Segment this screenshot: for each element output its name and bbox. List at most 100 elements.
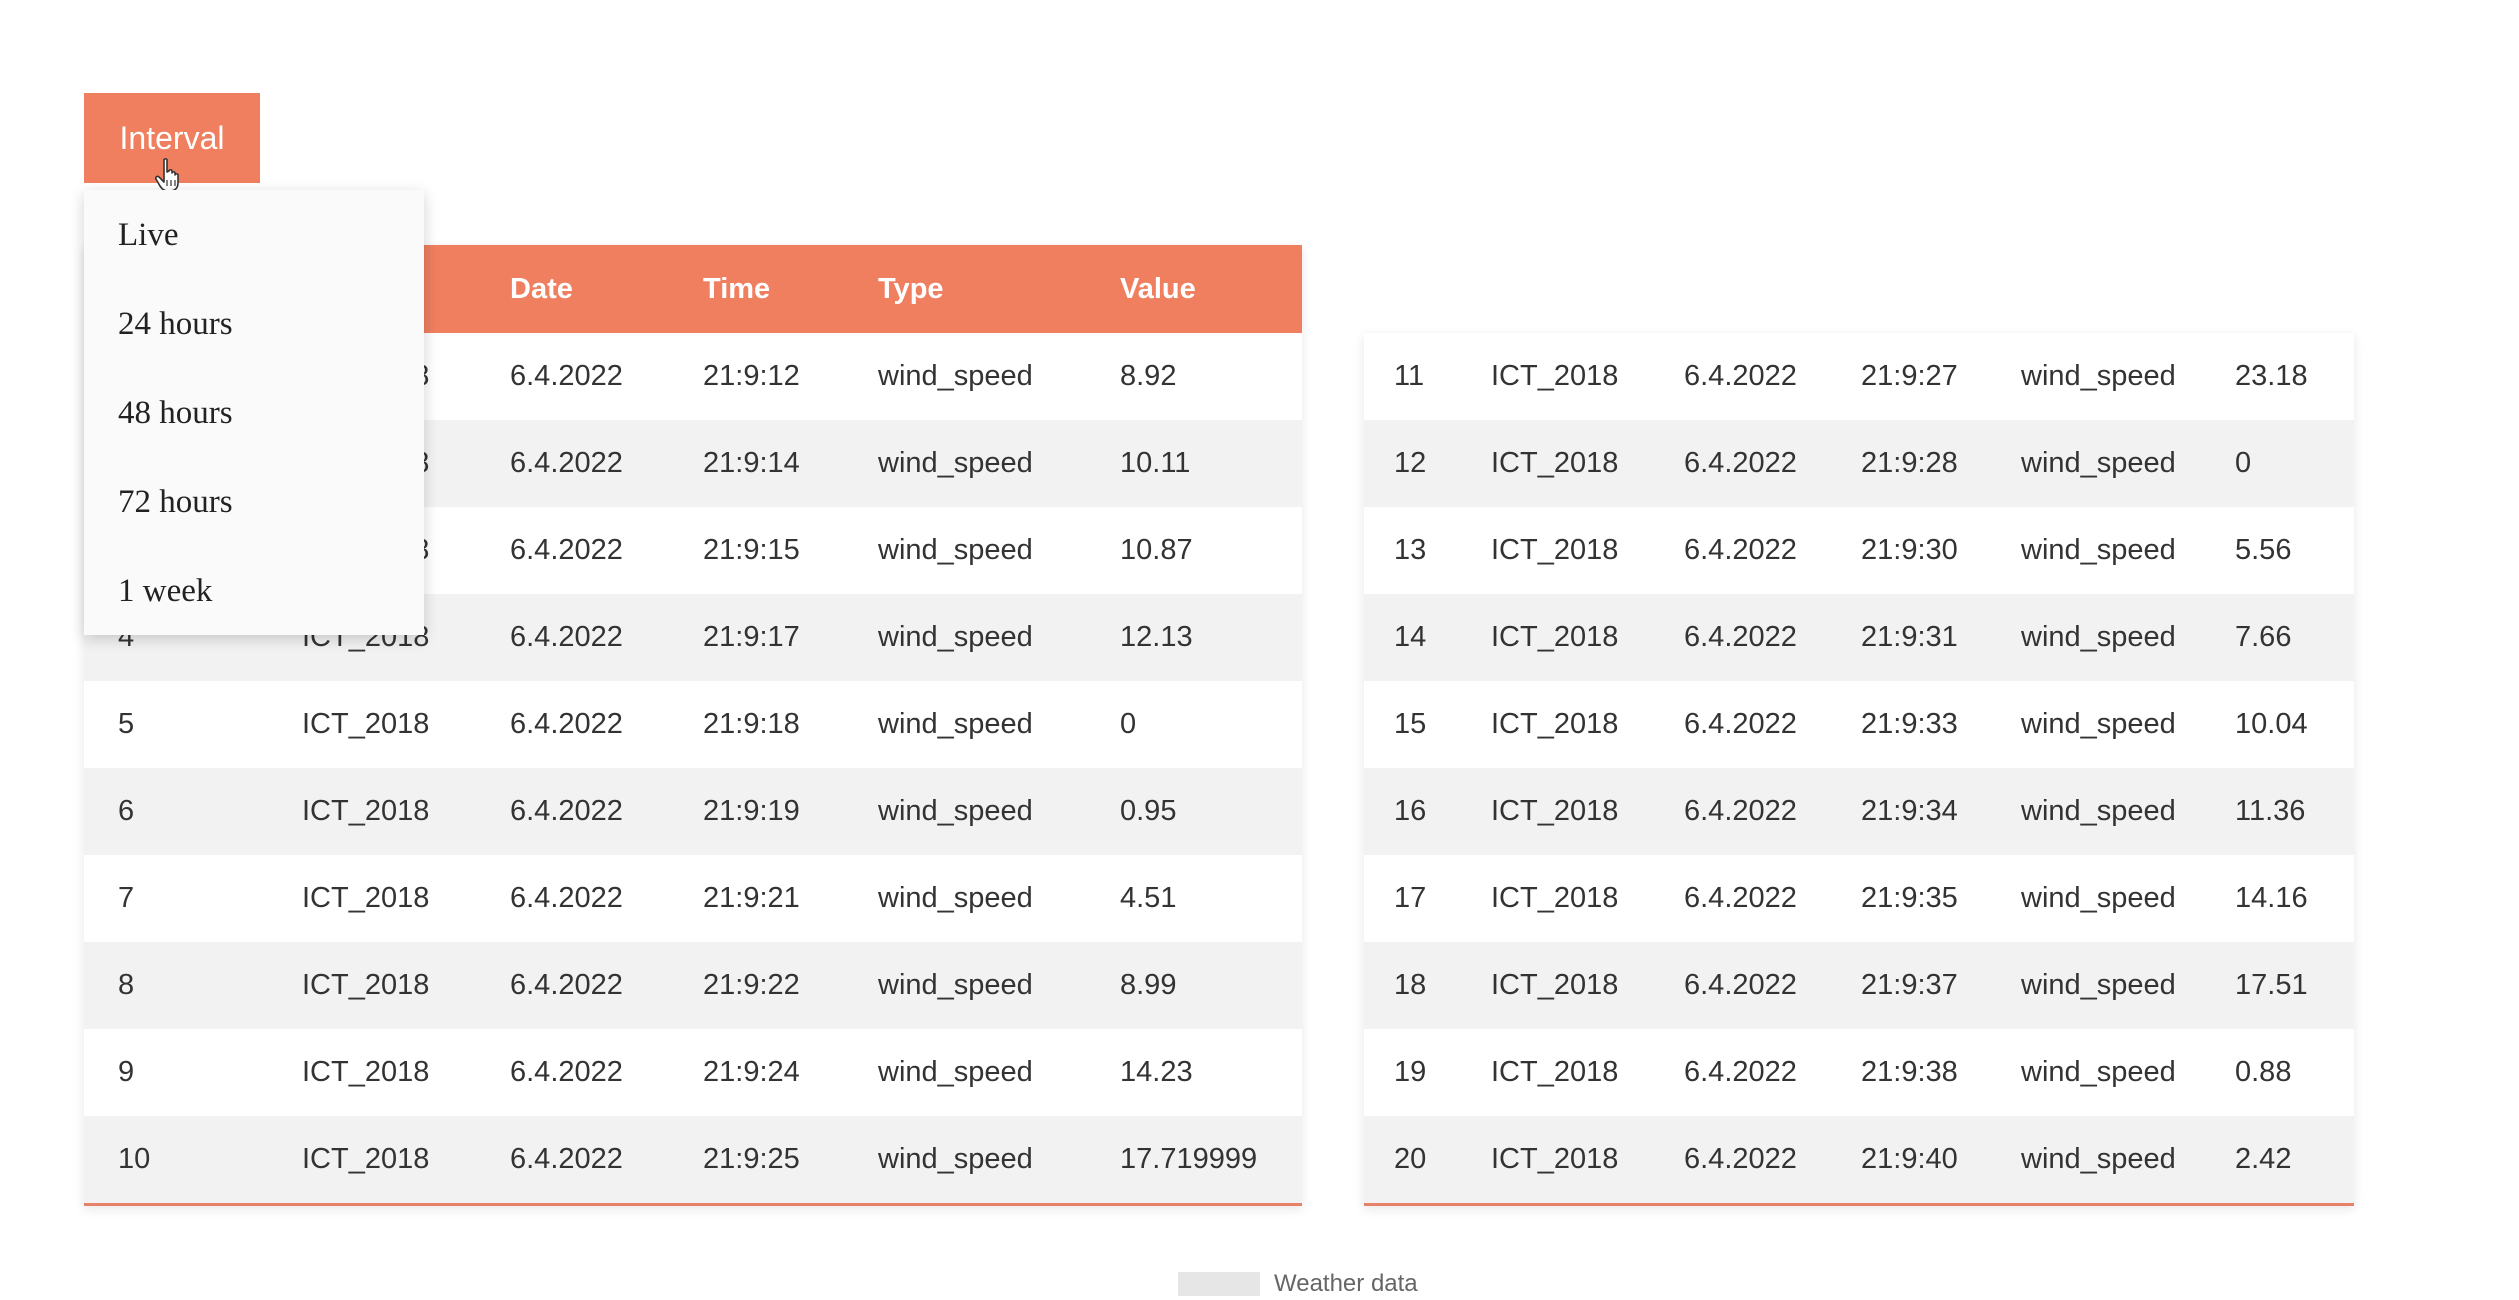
- legend-swatch: [1178, 1272, 1260, 1296]
- cell-station: ICT_2018: [302, 882, 430, 914]
- cell-index: 8: [118, 969, 135, 1001]
- cell-date: 6.4.2022: [510, 882, 623, 914]
- cell-type: wind_speed: [878, 969, 1033, 1001]
- cell-time: 21:9:31: [1861, 621, 1958, 653]
- cell-value: 14.16: [2235, 882, 2308, 914]
- table-row: 20 ICT_2018 6.4.2022 21:9:40 wind_speed 2.42: [1364, 1116, 2354, 1203]
- table-row: 9 ICT_2018 6.4.2022 21:9:24 wind_speed 14.23: [84, 1029, 1302, 1116]
- cell-value: 4.51: [1120, 882, 1177, 914]
- cell-index: 19: [1394, 1056, 1427, 1088]
- table-row: 13 ICT_2018 6.4.2022 21:9:30 wind_speed 5.56: [1364, 507, 2354, 594]
- cell-date: 6.4.2022: [1684, 708, 1797, 740]
- cell-type: wind_speed: [878, 1056, 1033, 1088]
- cell-type: wind_speed: [878, 621, 1033, 653]
- interval-option-48-hours[interactable]: 48 hours: [118, 383, 398, 443]
- header-cell-time: Time: [703, 272, 771, 305]
- weather-table-right: 11 ICT_2018 6.4.2022 21:9:27 wind_speed 23.18…: [1364, 333, 2354, 1206]
- table-row: 17 ICT_2018 6.4.2022 21:9:35 wind_speed 14.16: [1364, 855, 2354, 942]
- cell-date: 6.4.2022: [1684, 969, 1797, 1001]
- table-row: 8 ICT_2018 6.4.2022 21:9:22 wind_speed 8.99: [84, 942, 1302, 1029]
- cell-date: 6.4.2022: [510, 969, 623, 1001]
- cell-value: 8.99: [1120, 969, 1177, 1001]
- table-row: 19 ICT_2018 6.4.2022 21:9:38 wind_speed 0.88: [1364, 1029, 2354, 1116]
- cell-time: 21:9:15: [703, 534, 800, 566]
- cell-value: 0.88: [2235, 1056, 2292, 1088]
- cell-value: 0: [1120, 708, 1137, 740]
- cell-date: 6.4.2022: [510, 447, 623, 479]
- cell-time: 21:9:30: [1861, 534, 1958, 566]
- cell-value: 12.13: [1120, 621, 1193, 653]
- legend-label: Weather data: [1274, 1270, 1418, 1297]
- cell-station: ICT_2018: [1491, 447, 1619, 479]
- cell-date: 6.4.2022: [1684, 447, 1797, 479]
- cell-time: 21:9:27: [1861, 360, 1958, 392]
- cell-station: ICT_2018: [1491, 882, 1619, 914]
- cell-station: ICT_2018: [302, 1143, 430, 1175]
- cell-index: 16: [1394, 795, 1427, 827]
- cell-station: ICT_2018: [1491, 795, 1619, 827]
- table-row: 7 ICT_2018 6.4.2022 21:9:21 wind_speed 4.51: [84, 855, 1302, 942]
- interval-option-24-hours[interactable]: 24 hours: [118, 294, 398, 354]
- table-row: 12 ICT_2018 6.4.2022 21:9:28 wind_speed 0: [1364, 420, 2354, 507]
- cell-type: wind_speed: [2021, 795, 2176, 827]
- cell-type: wind_speed: [2021, 360, 2176, 392]
- cell-date: 6.4.2022: [1684, 534, 1797, 566]
- cell-time: 21:9:22: [703, 969, 800, 1001]
- table-row: 15 ICT_2018 6.4.2022 21:9:33 wind_speed 10.04: [1364, 681, 2354, 768]
- cell-station: ICT_2018: [1491, 969, 1619, 1001]
- cell-time: 21:9:28: [1861, 447, 1958, 479]
- cell-index: 10: [118, 1143, 151, 1175]
- hand-pointer-icon: [155, 158, 179, 192]
- table-row: 6 ICT_2018 6.4.2022 21:9:19 wind_speed 0.95: [84, 768, 1302, 855]
- header-cell-date: Date: [510, 272, 573, 305]
- cell-type: wind_speed: [878, 360, 1033, 392]
- cell-type: wind_speed: [878, 534, 1033, 566]
- cell-index: 7: [118, 882, 135, 914]
- interval-option-1-week[interactable]: 1 week: [118, 561, 398, 621]
- cell-value: 10.04: [2235, 708, 2308, 740]
- header-cell-value: Value: [1120, 272, 1196, 305]
- cell-index: 5: [118, 708, 135, 740]
- cell-index: 11: [1394, 360, 1425, 392]
- cell-time: 21:9:40: [1861, 1143, 1958, 1175]
- cell-index: 18: [1394, 969, 1427, 1001]
- cell-time: 21:9:14: [703, 447, 800, 479]
- cell-date: 6.4.2022: [1684, 1143, 1797, 1175]
- cell-value: 8.92: [1120, 360, 1177, 392]
- cell-value: 5.56: [2235, 534, 2292, 566]
- cell-station: ICT_2018: [1491, 1056, 1619, 1088]
- cell-station: ICT_2018: [302, 1056, 430, 1088]
- cell-value: 11.36: [2235, 795, 2306, 827]
- cell-date: 6.4.2022: [1684, 621, 1797, 653]
- cell-type: wind_speed: [2021, 882, 2176, 914]
- cell-date: 6.4.2022: [1684, 795, 1797, 827]
- cell-type: wind_speed: [878, 447, 1033, 479]
- cell-date: 6.4.2022: [510, 1056, 623, 1088]
- cell-station: ICT_2018: [1491, 534, 1619, 566]
- cell-time: 21:9:35: [1861, 882, 1958, 914]
- cell-time: 21:9:17: [703, 621, 800, 653]
- table-row: 5 ICT_2018 6.4.2022 21:9:18 wind_speed 0: [84, 681, 1302, 768]
- cell-time: 21:9:33: [1861, 708, 1958, 740]
- cell-date: 6.4.2022: [1684, 360, 1797, 392]
- cell-value: 10.11: [1120, 447, 1191, 479]
- cell-value: 7.66: [2235, 621, 2292, 653]
- cell-value: 10.87: [1120, 534, 1193, 566]
- cell-type: wind_speed: [878, 708, 1033, 740]
- cell-value: 14.23: [1120, 1056, 1193, 1088]
- cell-value: 0: [2235, 447, 2252, 479]
- cell-station: ICT_2018: [302, 795, 430, 827]
- cell-station: ICT_2018: [302, 708, 430, 740]
- cell-date: 6.4.2022: [510, 708, 623, 740]
- table-row: 11 ICT_2018 6.4.2022 21:9:27 wind_speed 23.18: [1364, 333, 2354, 420]
- cell-time: 21:9:24: [703, 1056, 800, 1088]
- interval-dropdown-menu: Live 24 hours 48 hours 72 hours 1 week: [84, 190, 424, 635]
- interval-option-live[interactable]: Live: [118, 205, 398, 265]
- cell-index: 6: [118, 795, 135, 827]
- interval-option-72-hours[interactable]: 72 hours: [118, 472, 398, 532]
- cell-value: 0.95: [1120, 795, 1177, 827]
- table-body-right: 11 ICT_2018 6.4.2022 21:9:27 wind_speed 23.18…: [1364, 333, 2354, 1203]
- cell-type: wind_speed: [2021, 621, 2176, 653]
- cell-time: 21:9:19: [703, 795, 800, 827]
- header-cell-type: Type: [878, 272, 944, 305]
